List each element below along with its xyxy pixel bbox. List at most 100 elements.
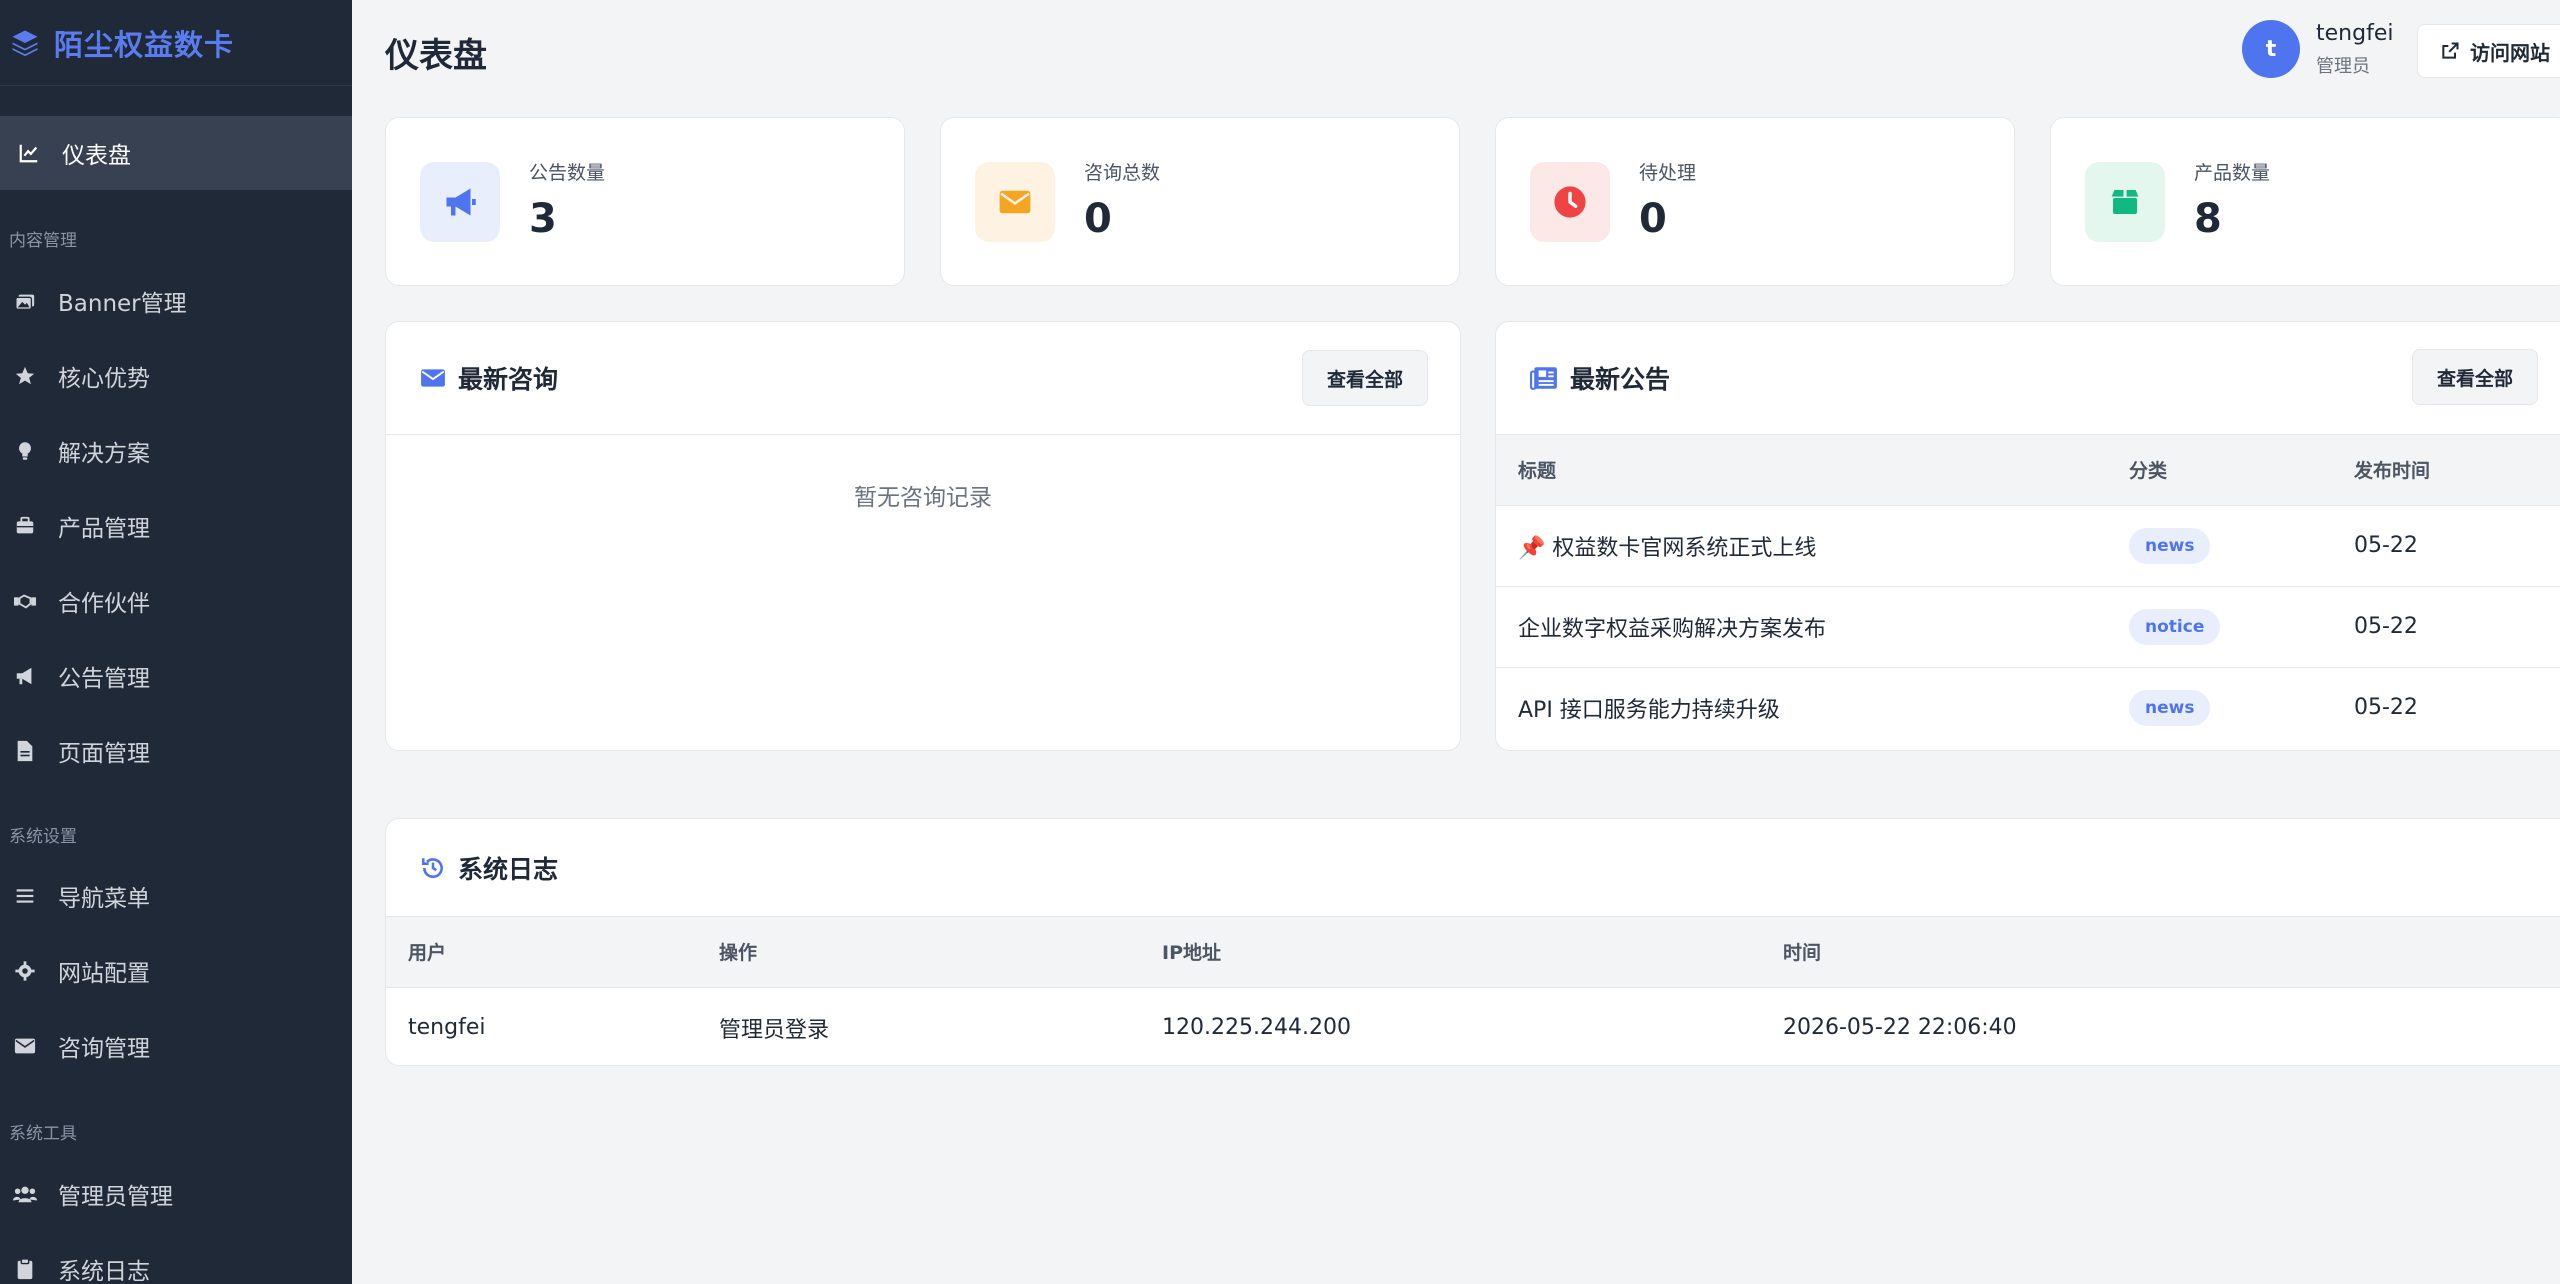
main-content: 仪表盘 t tengfei 管理员 访问网站 公告数量 3 咨询总数 0 待处理… xyxy=(352,0,2560,1284)
sidebar-item-label: 导航菜单 xyxy=(58,886,150,912)
view-all-announcements-button[interactable]: 查看全部 xyxy=(2412,349,2538,405)
history-icon xyxy=(420,855,446,881)
system-log-table: 用户 操作 IP地址 时间 tengfei 管理员登录 120.225.244.… xyxy=(386,917,2560,1065)
visit-site-button[interactable]: 访问网站 xyxy=(2417,24,2560,78)
stat-value: 3 xyxy=(529,196,557,242)
sidebar-item-products[interactable]: 产品管理 xyxy=(0,489,352,563)
table-row[interactable]: API 接口服务能力持续升级 news 05-22 xyxy=(1496,666,2560,748)
view-all-inquiries-button[interactable]: 查看全部 xyxy=(1302,350,1428,406)
panel-title: 最新咨询 xyxy=(458,365,559,394)
stat-value: 8 xyxy=(2194,196,2222,242)
stat-value: 0 xyxy=(1639,196,1667,242)
section-content-label: 内容管理 xyxy=(9,231,77,251)
category-badge: news xyxy=(2129,689,2211,726)
table-header-row: 用户 操作 IP地址 时间 xyxy=(386,917,2560,987)
stat-card-inquiries: 咨询总数 0 xyxy=(940,117,1460,286)
column-header: 用户 xyxy=(386,917,719,987)
column-header: 标题 xyxy=(1496,435,2129,505)
brand[interactable]: 陌尘权益数卡 xyxy=(0,0,352,86)
envelope-icon xyxy=(420,367,446,389)
sidebar-item-solutions[interactable]: 解决方案 xyxy=(0,414,352,488)
stat-card-announcements: 公告数量 3 xyxy=(385,117,905,286)
pin-icon: 📌 xyxy=(1518,535,1546,561)
sidebar-item-pages[interactable]: 页面管理 xyxy=(0,714,352,788)
lightbulb-icon xyxy=(12,438,38,464)
announcement-title: 权益数卡官网系统正式上线 xyxy=(1552,535,1817,561)
box-icon xyxy=(2085,162,2165,242)
sidebar-item-label: 页面管理 xyxy=(58,741,150,767)
announcement-title: API 接口服务能力持续升级 xyxy=(1518,697,1780,723)
latest-announcements-panel: 最新公告 标题 分类 发布时间 📌 权益数卡官网系统正式上线 news 05-2… xyxy=(1495,321,2560,751)
sidebar-item-label: 网站配置 xyxy=(58,961,150,987)
briefcase-icon xyxy=(12,513,38,539)
category-badge: notice xyxy=(2129,608,2221,645)
announcement-date: 05-22 xyxy=(2354,585,2560,667)
sidebar-item-advantages[interactable]: 核心优势 xyxy=(0,339,352,413)
announcement-title: 企业数字权益采购解决方案发布 xyxy=(1518,616,1827,642)
sidebar-item-label: 核心优势 xyxy=(58,366,150,392)
sidebar-item-dashboard[interactable]: 仪表盘 xyxy=(0,116,352,190)
external-link-icon xyxy=(2440,41,2460,61)
images-icon xyxy=(12,288,38,314)
sidebar-item-logs[interactable]: 系统日志 xyxy=(0,1232,352,1284)
user-role: 管理员 xyxy=(2316,55,2370,77)
table-row: tengfei 管理员登录 120.225.244.200 2026-05-22… xyxy=(386,986,2560,1065)
stat-card-pending: 待处理 0 xyxy=(1495,117,2015,286)
sidebar: 陌尘权益数卡 仪表盘 内容管理 Banner管理 核心优势 解决方案 产品管理 … xyxy=(0,0,352,1284)
sidebar-item-label: 合作伙伴 xyxy=(58,591,150,617)
megaphone-icon xyxy=(420,162,500,242)
announcement-date: 05-22 xyxy=(2354,504,2560,586)
empty-state: 暂无咨询记录 xyxy=(854,485,992,511)
avatar: t xyxy=(2242,20,2300,78)
column-header: 分类 xyxy=(2129,435,2354,505)
sidebar-item-label: 解决方案 xyxy=(58,441,150,467)
stat-label: 咨询总数 xyxy=(1084,162,1161,184)
stat-label: 待处理 xyxy=(1639,162,1697,184)
table-header-row: 标题 分类 发布时间 xyxy=(1496,435,2560,505)
log-action: 管理员登录 xyxy=(719,986,1162,1065)
user-menu[interactable]: t tengfei 管理员 xyxy=(2242,20,2393,78)
log-user: tengfei xyxy=(386,986,719,1065)
handshake-icon xyxy=(12,588,38,614)
stat-value: 0 xyxy=(1084,196,1112,242)
table-row[interactable]: 📌 权益数卡官网系统正式上线 news 05-22 xyxy=(1496,504,2560,586)
column-header: 时间 xyxy=(1783,917,2560,987)
sidebar-item-label: 系统日志 xyxy=(58,1259,150,1284)
sidebar-item-admins[interactable]: 管理员管理 xyxy=(0,1157,352,1231)
file-icon xyxy=(12,738,38,764)
envelope-icon xyxy=(12,1033,38,1059)
stat-label: 产品数量 xyxy=(2194,162,2271,184)
brand-name: 陌尘权益数卡 xyxy=(54,27,235,62)
section-system-label: 系统设置 xyxy=(9,827,77,847)
sidebar-item-label: 咨询管理 xyxy=(58,1036,150,1062)
column-header: 发布时间 xyxy=(2354,435,2560,505)
users-icon xyxy=(12,1181,38,1207)
announcements-table: 标题 分类 发布时间 📌 权益数卡官网系统正式上线 news 05-22 企业数… xyxy=(1496,435,2560,748)
panel-title: 系统日志 xyxy=(458,854,559,884)
sidebar-item-label: 管理员管理 xyxy=(58,1184,173,1210)
sidebar-item-label: 产品管理 xyxy=(58,516,150,542)
star-icon xyxy=(12,363,38,389)
sidebar-item-navigation[interactable]: 导航菜单 xyxy=(0,859,352,933)
table-row[interactable]: 企业数字权益采购解决方案发布 notice 05-22 xyxy=(1496,585,2560,667)
column-header: 操作 xyxy=(719,917,1162,987)
stat-label: 公告数量 xyxy=(529,162,606,184)
bars-icon xyxy=(12,883,38,909)
newspaper-icon xyxy=(1530,366,1558,390)
log-time: 2026-05-22 22:06:40 xyxy=(1783,986,2560,1065)
sidebar-item-banner[interactable]: Banner管理 xyxy=(0,264,352,338)
latest-inquiries-panel: 最新咨询 查看全部 暂无咨询记录 xyxy=(385,321,1461,751)
sidebar-item-partners[interactable]: 合作伙伴 xyxy=(0,564,352,638)
sidebar-item-site-config[interactable]: 网站配置 xyxy=(0,934,352,1008)
sidebar-item-label: 公告管理 xyxy=(58,666,150,692)
user-name: tengfei xyxy=(2316,20,2394,46)
chart-line-icon xyxy=(16,140,42,166)
clock-icon xyxy=(1530,162,1610,242)
panel-title: 最新公告 xyxy=(1570,365,1671,394)
sidebar-item-inquiries[interactable]: 咨询管理 xyxy=(0,1009,352,1083)
layers-icon xyxy=(10,28,40,58)
system-log-panel: 系统日志 用户 操作 IP地址 时间 tengfei 管理员登录 120.225… xyxy=(385,818,2560,1066)
sidebar-item-announcements[interactable]: 公告管理 xyxy=(0,639,352,713)
stat-card-products: 产品数量 8 xyxy=(2050,117,2560,286)
log-ip: 120.225.244.200 xyxy=(1162,986,1783,1065)
